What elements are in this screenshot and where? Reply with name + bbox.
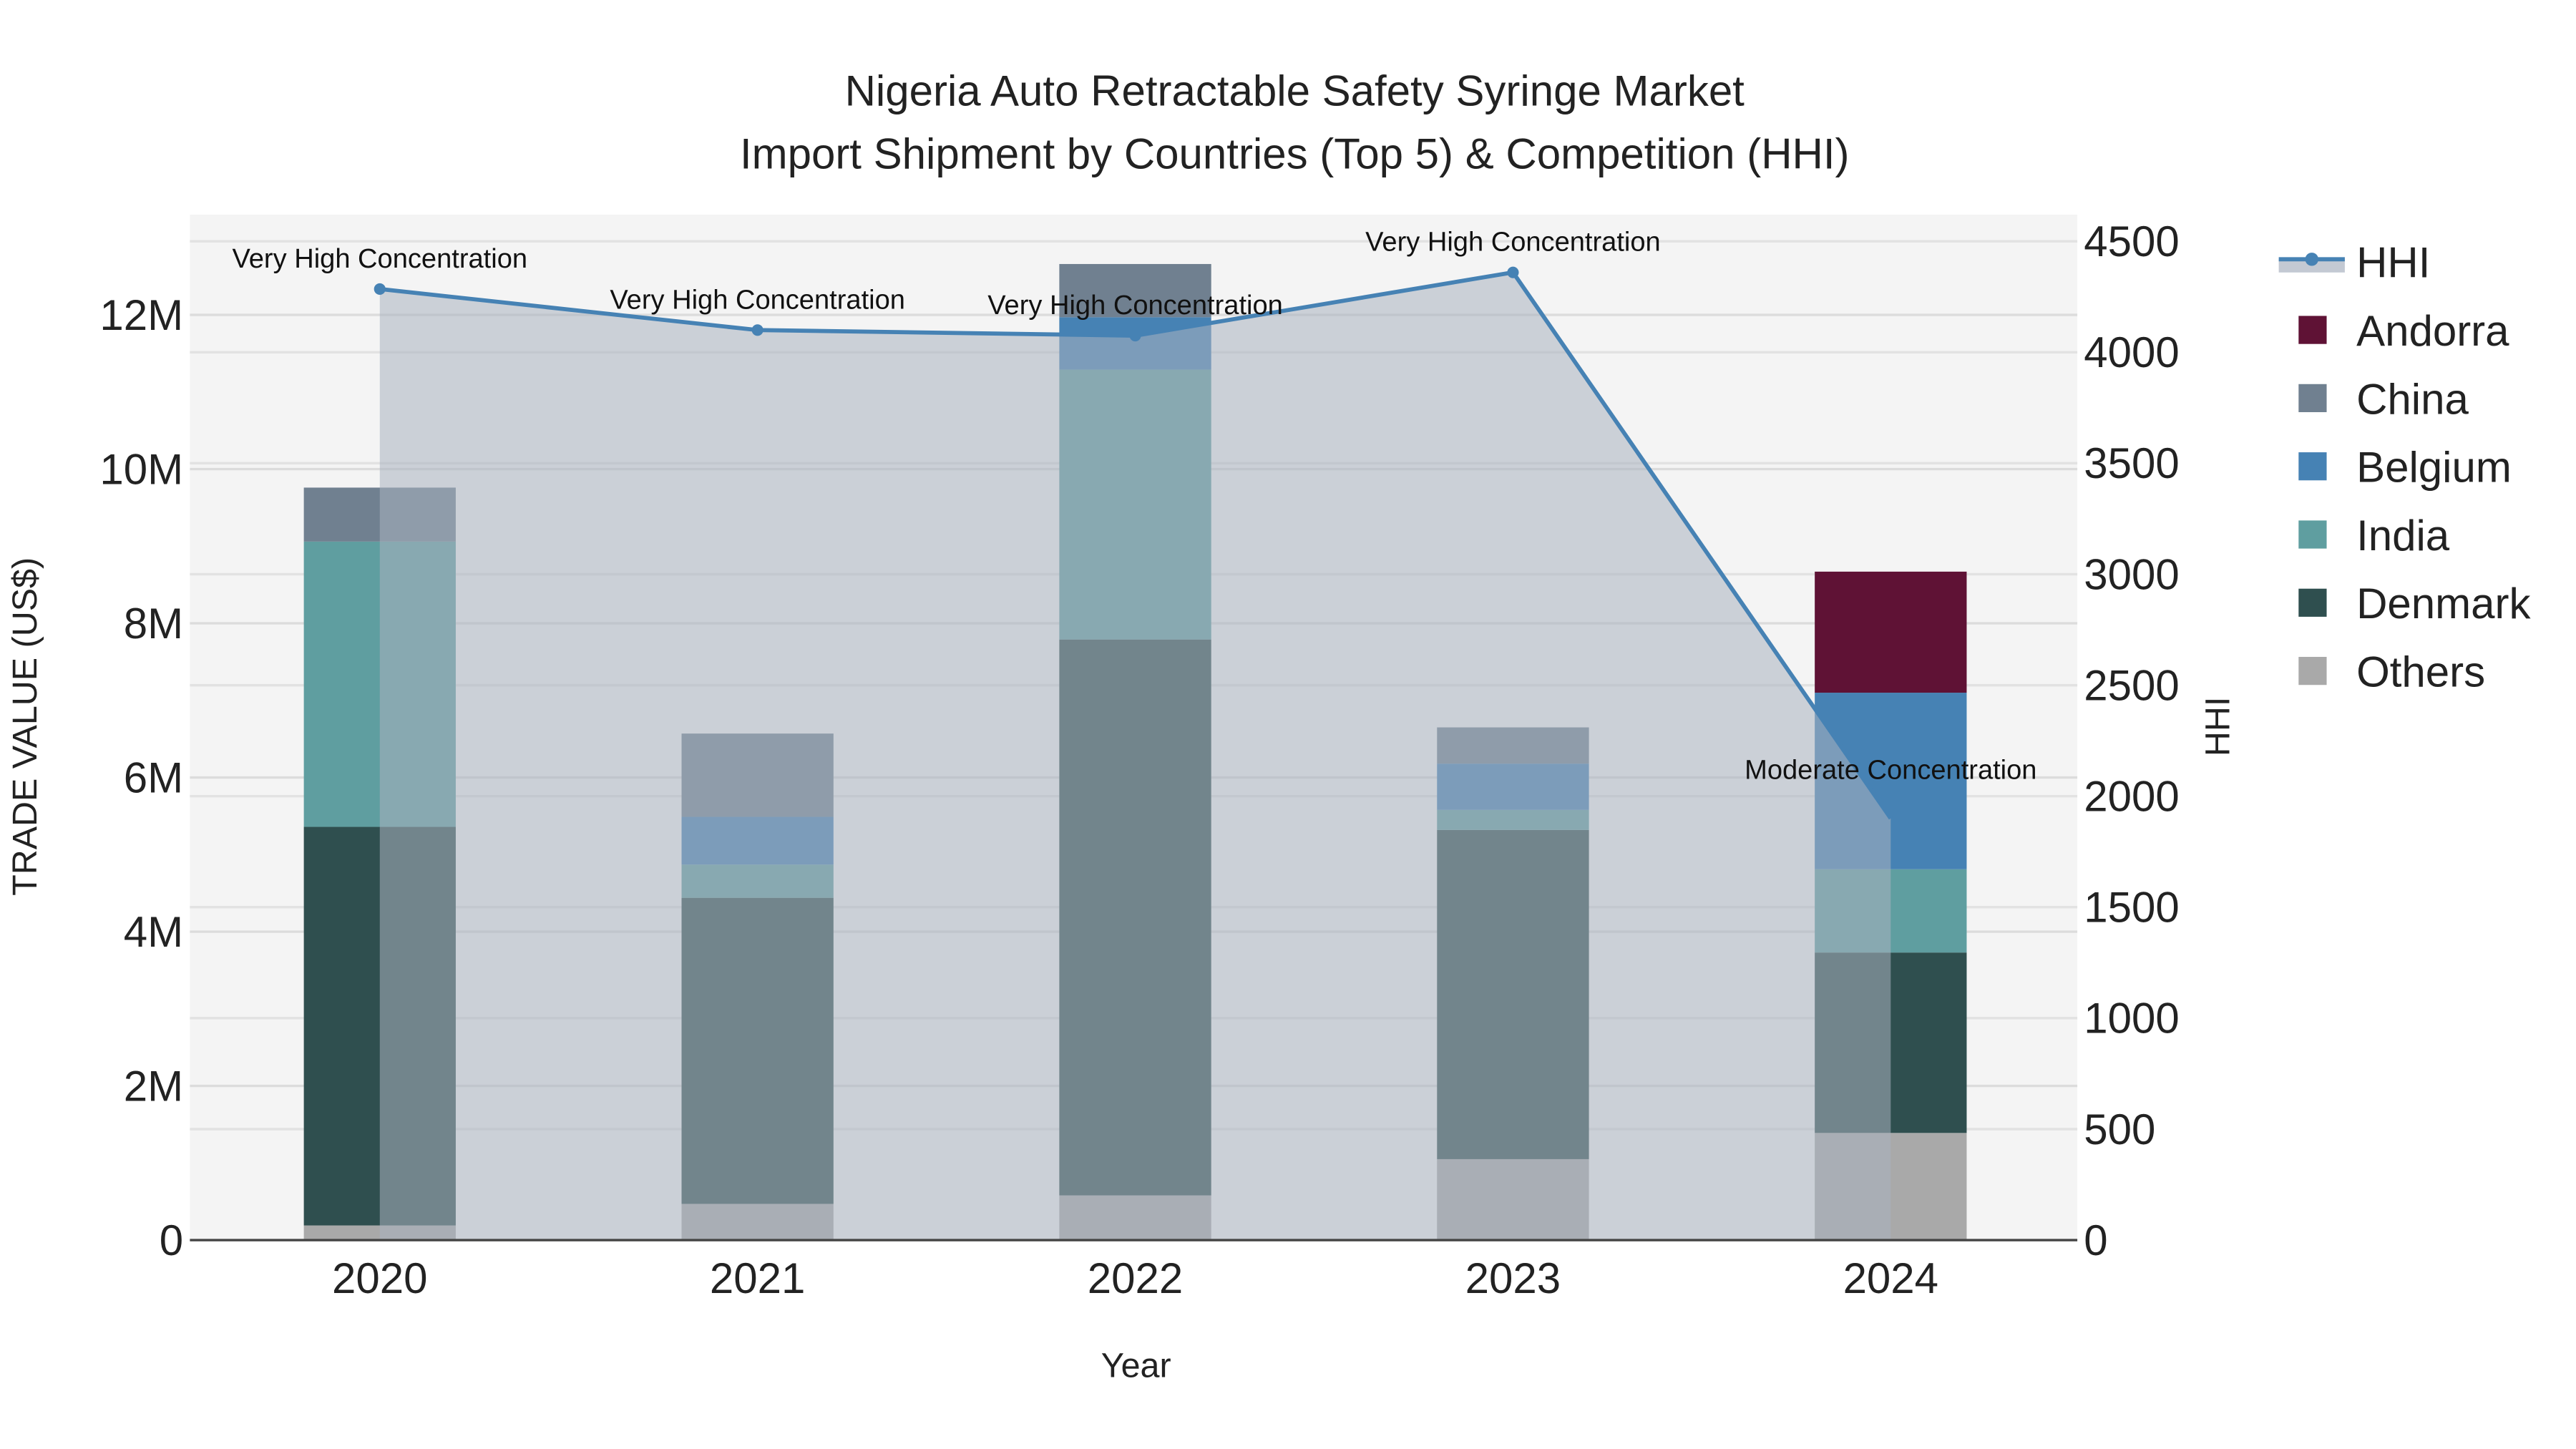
x-tick-label: 2021 (710, 1254, 805, 1302)
legend-swatch-hhi-marker (2305, 253, 2318, 266)
hhi-point (1129, 329, 1141, 342)
legend-swatch-denmark (2298, 588, 2327, 617)
legend-label-belgium: Belgium (2356, 444, 2512, 492)
legend-label-others: Others (2356, 648, 2485, 696)
y-tick-label: 0 (160, 1216, 183, 1264)
y-tick-label: 4M (124, 908, 183, 956)
y-tick-label: 12M (99, 291, 183, 339)
hhi-annotation: Very High Concentration (232, 244, 527, 274)
y-tick-label: 6M (124, 753, 183, 801)
x-tick-label: 2020 (332, 1254, 427, 1302)
y2-tick-label: 2500 (2084, 661, 2179, 709)
legend-label-andorra: Andorra (2356, 307, 2509, 355)
chart: Very High Concentration Very High Concent… (6, 67, 2532, 1385)
x-tick-label: 2024 (1843, 1254, 1938, 1302)
y2-axis-title: HHI (2198, 697, 2237, 756)
y2-tick-label: 0 (2084, 1216, 2107, 1264)
legend: HHI Andorra China Belgium India Denmark Others (2278, 239, 2531, 696)
x-tick-label: 2022 (1088, 1254, 1183, 1302)
chart-title-line2: Import Shipment by Countries (Top 5) & C… (740, 130, 1850, 177)
y-tick-label: 8M (124, 600, 183, 648)
y-tick-label: 2M (124, 1062, 183, 1110)
legend-swatch-others (2298, 657, 2327, 686)
y2-tick-label: 4500 (2084, 218, 2179, 265)
bar-andorra-2024 (1815, 571, 1967, 693)
chart-title-line1: Nigeria Auto Retractable Safety Syringe … (845, 67, 1745, 115)
hhi-point (751, 324, 763, 336)
legend-label-india: India (2356, 512, 2450, 560)
hhi-point (374, 283, 386, 295)
legend-label-china: China (2356, 375, 2469, 423)
y2-tick-label: 1000 (2084, 995, 2179, 1043)
hhi-annotation: Very High Concentration (1365, 228, 1661, 258)
y2-tick-label: 4000 (2084, 328, 2179, 376)
y2-tick-label: 3500 (2084, 439, 2179, 487)
hhi-annotation: Very High Concentration (610, 285, 905, 315)
x-axis-title: Year (1101, 1347, 1171, 1385)
legend-swatch-india (2298, 520, 2327, 549)
y2-tick-label: 3000 (2084, 550, 2179, 598)
y2-tick-label: 500 (2084, 1106, 2155, 1153)
legend-label-denmark: Denmark (2356, 580, 2531, 628)
y-tick-label: 10M (99, 445, 183, 493)
y-axis-title: TRADE VALUE (US$) (6, 557, 44, 896)
legend-swatch-china (2298, 384, 2327, 412)
hhi-annotation: Moderate Concentration (1745, 755, 2036, 785)
hhi-point (1507, 266, 1519, 278)
x-tick-label: 2023 (1465, 1254, 1561, 1302)
hhi-annotation: Very High Concentration (987, 291, 1283, 321)
legend-swatch-belgium (2298, 452, 2327, 481)
legend-swatch-andorra (2298, 316, 2327, 344)
y2-tick-label: 2000 (2084, 772, 2179, 820)
y2-tick-label: 1500 (2084, 884, 2179, 932)
legend-label-hhi: HHI (2356, 239, 2430, 287)
